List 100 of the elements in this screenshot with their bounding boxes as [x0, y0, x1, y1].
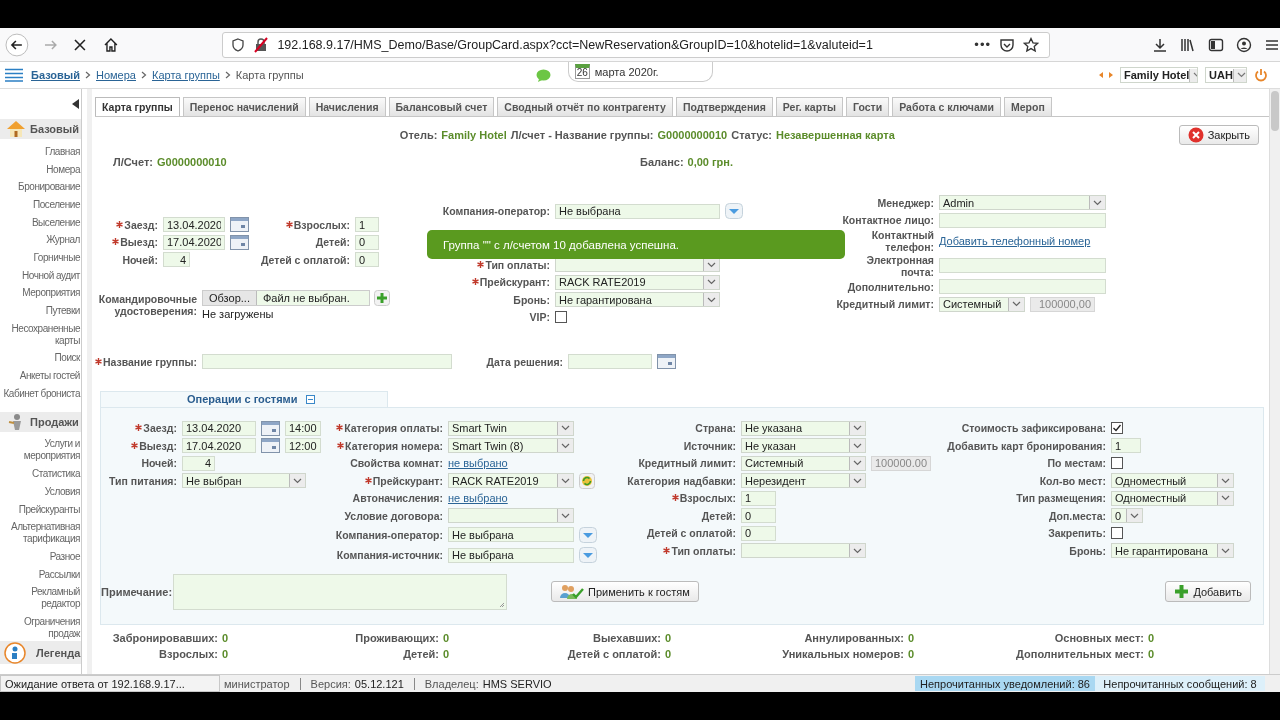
number-field[interactable]: 0	[355, 234, 379, 250]
sidebar-item[interactable]: Статистика	[0, 465, 81, 483]
tab[interactable]: Перенос начислений	[182, 97, 306, 116]
sidebar-item[interactable]: Бронирование	[0, 178, 81, 197]
sidebar-item[interactable]: Анкеты гостей	[0, 367, 81, 385]
download-icon[interactable]	[1152, 36, 1168, 53]
expand-button[interactable]	[579, 526, 597, 543]
calendar-icon[interactable]	[261, 438, 280, 453]
sidebar-item[interactable]: Кабинет брониста	[0, 384, 81, 403]
sidebar-item[interactable]: Разное	[0, 548, 81, 566]
checkbox[interactable]	[555, 311, 567, 323]
sidebar-section-header[interactable]: Продажи	[0, 411, 81, 432]
expand-button[interactable]	[725, 203, 743, 219]
breadcrumb-link[interactable]: Номера	[96, 69, 136, 81]
sidebar-item[interactable]: Ночной аудит	[0, 266, 81, 285]
dropdown[interactable]: Системный	[939, 296, 1025, 312]
number-field[interactable]: 1	[741, 490, 776, 506]
date-field[interactable]: 13.04.2020	[163, 217, 225, 232]
chat-bubble-icon[interactable]	[535, 68, 551, 82]
panel-tab[interactable]: Операции с гостями	[100, 390, 388, 407]
dropdown[interactable]: Не выбран	[182, 473, 306, 488]
number-field[interactable]: 0	[355, 252, 379, 267]
number-field[interactable]: 1	[1111, 438, 1141, 453]
dropdown[interactable]: Не указан	[741, 438, 866, 453]
text-field[interactable]	[939, 279, 1106, 294]
checkbox[interactable]	[1111, 422, 1123, 434]
sidebar-item[interactable]: Поиск	[0, 349, 81, 368]
text-field[interactable]	[202, 354, 452, 369]
tab[interactable]: Рег. карты	[775, 97, 844, 116]
insecure-lock-icon[interactable]	[253, 36, 270, 53]
breadcrumb-link[interactable]: Карта группы	[152, 69, 220, 81]
sidebar-item[interactable]: Прейскуранты	[0, 500, 81, 519]
tab[interactable]: Подтверждения	[675, 97, 773, 116]
dropdown[interactable]: Нерезидент	[741, 473, 866, 488]
text-field[interactable]	[939, 212, 1106, 228]
link[interactable]: Добавить телефонный номер	[939, 235, 1091, 247]
sidebar-item[interactable]: Мероприятия	[0, 284, 81, 303]
number-field[interactable]: 4	[163, 252, 190, 267]
dropdown[interactable]: Не гарантирована	[555, 292, 720, 307]
dropdown[interactable]: Системный	[741, 455, 866, 471]
browse-button[interactable]: Обзор...	[203, 291, 257, 305]
dropdown[interactable]: Одноместный	[1111, 490, 1234, 506]
legend-button[interactable]: Легенда	[0, 641, 81, 664]
date-field[interactable]	[568, 354, 652, 369]
time-field[interactable]: 12:00	[285, 438, 321, 453]
dropdown[interactable]: Smart Twin	[448, 420, 574, 436]
home-icon[interactable]	[102, 36, 119, 53]
lookup-field[interactable]: Не выбрана	[448, 527, 574, 542]
sidebar-icon[interactable]	[1208, 36, 1224, 53]
sidebar-item[interactable]: Рассылки	[0, 565, 81, 584]
date-field[interactable]: 17.04.2020	[182, 438, 256, 453]
back-icon[interactable]	[5, 32, 29, 57]
collapse-arrow-icon[interactable]	[72, 99, 79, 109]
link[interactable]: не выбрано	[448, 457, 508, 469]
apply-to-guests-button[interactable]: Применить к гостям	[551, 581, 699, 602]
number-field[interactable]: 0	[741, 508, 776, 523]
sidebar-item[interactable]: Выселение	[0, 213, 81, 232]
sidebar-item[interactable]: Несохраненные карты	[0, 319, 81, 350]
sidebar-item[interactable]: Горничные	[0, 249, 81, 267]
expand-button[interactable]	[579, 547, 597, 563]
refresh-icon[interactable]	[579, 472, 595, 489]
lookup-field[interactable]: Не выбрана	[448, 547, 574, 563]
tab[interactable]: Работа с ключами	[892, 97, 1001, 116]
tab[interactable]: Гости	[846, 97, 890, 116]
shield-icon[interactable]	[231, 37, 246, 52]
date-field[interactable]: 13.04.2020	[182, 420, 256, 436]
more-button[interactable]: •••	[974, 37, 991, 52]
time-field[interactable]: 14:00	[285, 420, 321, 436]
tab[interactable]: Мероп	[1003, 97, 1052, 116]
add-icon[interactable]	[374, 290, 390, 306]
date-tab[interactable]: 26 марта 2020г.	[567, 62, 713, 82]
currency-dropdown[interactable]: UAH	[1205, 67, 1247, 83]
sidebar-item[interactable]: Рекламный редактор	[0, 583, 81, 614]
sidebar-item[interactable]: Поселение	[0, 196, 81, 214]
swap-arrows-icon[interactable]	[1099, 71, 1113, 79]
tab[interactable]: Балансовый счет	[388, 97, 495, 116]
calendar-icon[interactable]	[261, 420, 280, 436]
sidebar-item[interactable]: Журнал	[0, 231, 81, 250]
sidebar-item[interactable]: Услуги и мероприятия	[0, 435, 81, 466]
dropdown[interactable]: Не указана	[741, 420, 866, 436]
power-icon[interactable]	[1254, 68, 1268, 82]
text-field[interactable]	[939, 258, 1106, 273]
menu-icon[interactable]	[5, 68, 23, 82]
tab[interactable]: Начисления	[308, 97, 386, 116]
pocket-icon[interactable]	[999, 36, 1015, 53]
dropdown[interactable]: RACK RATE2019	[555, 274, 720, 290]
star-icon[interactable]	[1023, 36, 1039, 53]
checkbox[interactable]	[1111, 457, 1123, 469]
sidebar-item[interactable]: Путевки	[0, 302, 81, 320]
account-icon[interactable]	[1236, 36, 1252, 53]
note-field[interactable]	[173, 573, 507, 610]
add-button[interactable]: Добавить	[1165, 581, 1251, 602]
number-field[interactable]: 4	[182, 455, 215, 471]
sidebar-item[interactable]: Главная	[0, 143, 81, 161]
dropdown[interactable]: Одноместный	[1111, 473, 1234, 488]
calendar-icon[interactable]	[230, 217, 249, 232]
sidebar-item[interactable]: Ограничения продаж	[0, 613, 81, 641]
breadcrumb-link[interactable]: Базовый	[31, 69, 80, 81]
sidebar-item[interactable]: Альтернативная тарификация	[0, 518, 81, 549]
date-field[interactable]: 17.04.2020	[163, 234, 225, 250]
